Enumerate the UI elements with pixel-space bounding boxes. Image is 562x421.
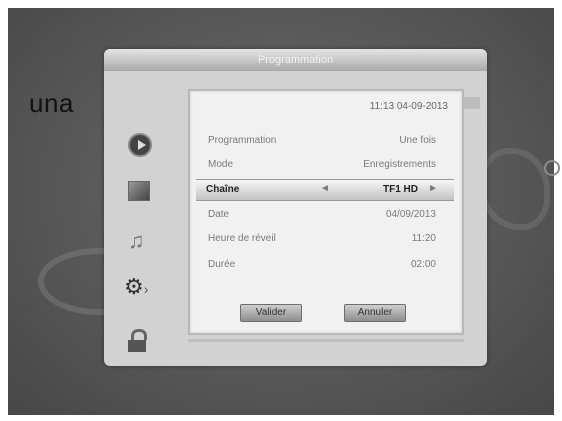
- registered-mark-decoration: [544, 160, 560, 176]
- setting-label: Heure de réveil: [208, 233, 276, 244]
- setting-label: Programmation: [208, 135, 277, 146]
- current-datetime: 11:13 04-09-2013: [369, 101, 448, 112]
- setting-label: Chaîne: [206, 184, 240, 195]
- lock-icon[interactable]: [128, 329, 154, 355]
- timer-settings-panel: 11:13 04-09-2013 Programmation Une fois …: [188, 89, 464, 335]
- window-title: Programmation: [104, 49, 487, 71]
- background-logo-decoration: [478, 148, 550, 230]
- setting-value: TF1 HD: [383, 184, 418, 195]
- setting-label: Mode: [208, 159, 234, 170]
- setting-label: Date: [208, 209, 230, 220]
- tools-icon[interactable]: ⚙›: [124, 275, 150, 301]
- validate-button[interactable]: Valider: [240, 304, 302, 322]
- play-icon[interactable]: [128, 133, 154, 159]
- overlay-text: una: [29, 88, 74, 118]
- setting-value: Enregistrements: [363, 159, 436, 170]
- setting-row-chaine[interactable]: Chaîne ◄ TF1 HD ►: [196, 179, 454, 201]
- music-icon[interactable]: ♫: [128, 229, 154, 255]
- setting-row-date[interactable]: Date 04/09/2013: [190, 205, 462, 225]
- panel-bottom-divider: [188, 339, 464, 342]
- setting-row-duree[interactable]: Durée 02:00: [190, 255, 462, 275]
- setting-value: 02:00: [410, 259, 436, 270]
- cancel-button[interactable]: Annuler: [344, 304, 406, 322]
- setting-value: 11:20: [411, 233, 436, 244]
- setting-value: 04/09/2013: [385, 209, 436, 220]
- arrow-left-icon[interactable]: ◄: [320, 183, 330, 194]
- arrow-right-icon[interactable]: ►: [428, 183, 438, 194]
- setting-row-heure-de-reveil[interactable]: Heure de réveil 11:20: [190, 229, 462, 249]
- setting-row-programmation[interactable]: Programmation Une fois: [190, 131, 462, 151]
- setting-row-mode[interactable]: Mode Enregistrements: [190, 155, 462, 175]
- picture-icon[interactable]: [128, 181, 154, 207]
- sidebar: ♫ ⚙›: [104, 71, 182, 366]
- menu-window: Programmation ♫ ⚙› 11:13 04-09-2013 Prog…: [104, 49, 487, 366]
- scrollbar-thumb[interactable]: [464, 97, 480, 109]
- setting-value: Une fois: [399, 135, 436, 146]
- setting-label: Durée: [208, 259, 236, 270]
